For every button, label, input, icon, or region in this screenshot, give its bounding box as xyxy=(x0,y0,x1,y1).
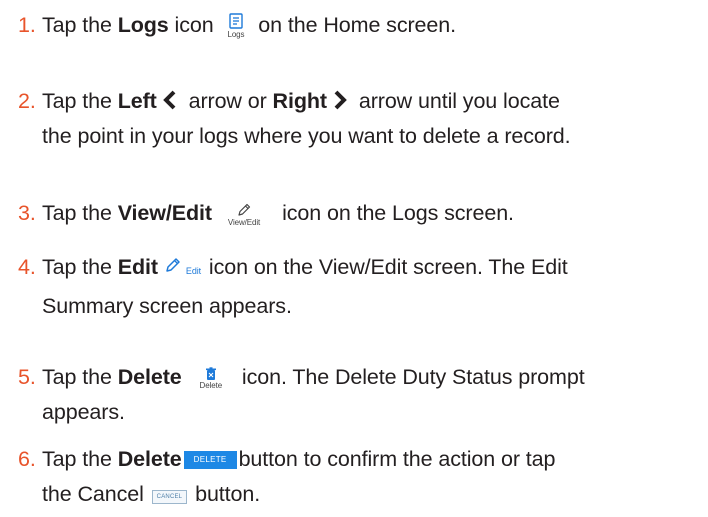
step-text: Tap the xyxy=(42,89,118,113)
step-4: 4. Tap the Edit Edit icon on the View/Edit… xyxy=(18,250,704,324)
step-text: the Cancel xyxy=(42,482,144,506)
step-text: Tap the xyxy=(42,255,118,279)
step-6: 6. Tap the Delete DELETE button to confirm … xyxy=(18,442,704,512)
step-number: 5. xyxy=(18,365,36,389)
step-text: Tap the xyxy=(42,447,118,471)
right-arrow-icon xyxy=(334,90,347,110)
step-keyword: Edit xyxy=(117,255,158,279)
delete-icon-label: Delete xyxy=(199,380,223,390)
logs-icon-label: Logs xyxy=(227,30,245,40)
instructions-page: 1. Tap the Logs icon Logs on the Home scr… xyxy=(0,0,708,517)
step-3: 3. Tap the View/Edit View/Edit icon on th… xyxy=(18,196,704,231)
step-number: 2. xyxy=(18,89,36,113)
left-arrow-icon xyxy=(162,90,176,110)
step-number: 4. xyxy=(18,255,36,279)
step-text-line2: appears. xyxy=(42,400,125,424)
step-number: 1. xyxy=(18,13,36,37)
step-text: icon on the Logs screen. xyxy=(282,201,514,225)
step-text: button. xyxy=(195,482,261,506)
step-text-line2: the point in your logs where you want to… xyxy=(42,124,571,148)
step-5: 5. Tap the Delete Delete icon. The Delete… xyxy=(18,360,704,430)
step-text: icon on the View/Edit screen. The Edit xyxy=(208,255,568,279)
step-keyword: Delete xyxy=(117,365,182,389)
logs-icon: Logs xyxy=(227,13,245,40)
step-text: arrow until you locate xyxy=(352,89,560,113)
view-edit-icon: View/Edit xyxy=(228,202,260,227)
delete-trash-icon: Delete xyxy=(199,367,223,390)
step-text: Tap the xyxy=(42,365,118,389)
step-text-line2: the Cancel CANCEL button. xyxy=(18,477,704,512)
cancel-button-sample: CANCEL xyxy=(151,490,188,504)
view-edit-icon-label: View/Edit xyxy=(227,217,261,227)
step-text: Tap the xyxy=(42,13,118,37)
step-keyword: Delete xyxy=(117,447,182,471)
step-text: button to confirm the action or tap xyxy=(238,447,556,471)
delete-button-sample: DELETE xyxy=(183,451,237,469)
step-text-line2: Summary screen appears. xyxy=(42,294,292,318)
step-text: icon xyxy=(168,13,214,37)
step-1: 1. Tap the Logs icon Logs on the Home scr… xyxy=(18,8,704,43)
step-text: Tap the xyxy=(42,201,118,225)
step-2: 2. Tap the Left arrow or Right arrow unti… xyxy=(18,84,704,154)
step-number: 6. xyxy=(18,447,36,471)
step-text: icon. The Delete Duty Status prompt xyxy=(241,365,585,389)
edit-pencil-icon: Edit xyxy=(164,256,201,289)
step-text: on the Home screen. xyxy=(258,13,456,37)
step-keyword: Right xyxy=(272,89,328,113)
edit-icon-label: Edit xyxy=(185,266,202,276)
step-number: 3. xyxy=(18,201,36,225)
step-text: arrow or xyxy=(182,89,273,113)
step-keyword: Left xyxy=(117,89,157,113)
step-keyword: View/Edit xyxy=(117,201,212,225)
step-keyword: Logs xyxy=(117,13,169,37)
